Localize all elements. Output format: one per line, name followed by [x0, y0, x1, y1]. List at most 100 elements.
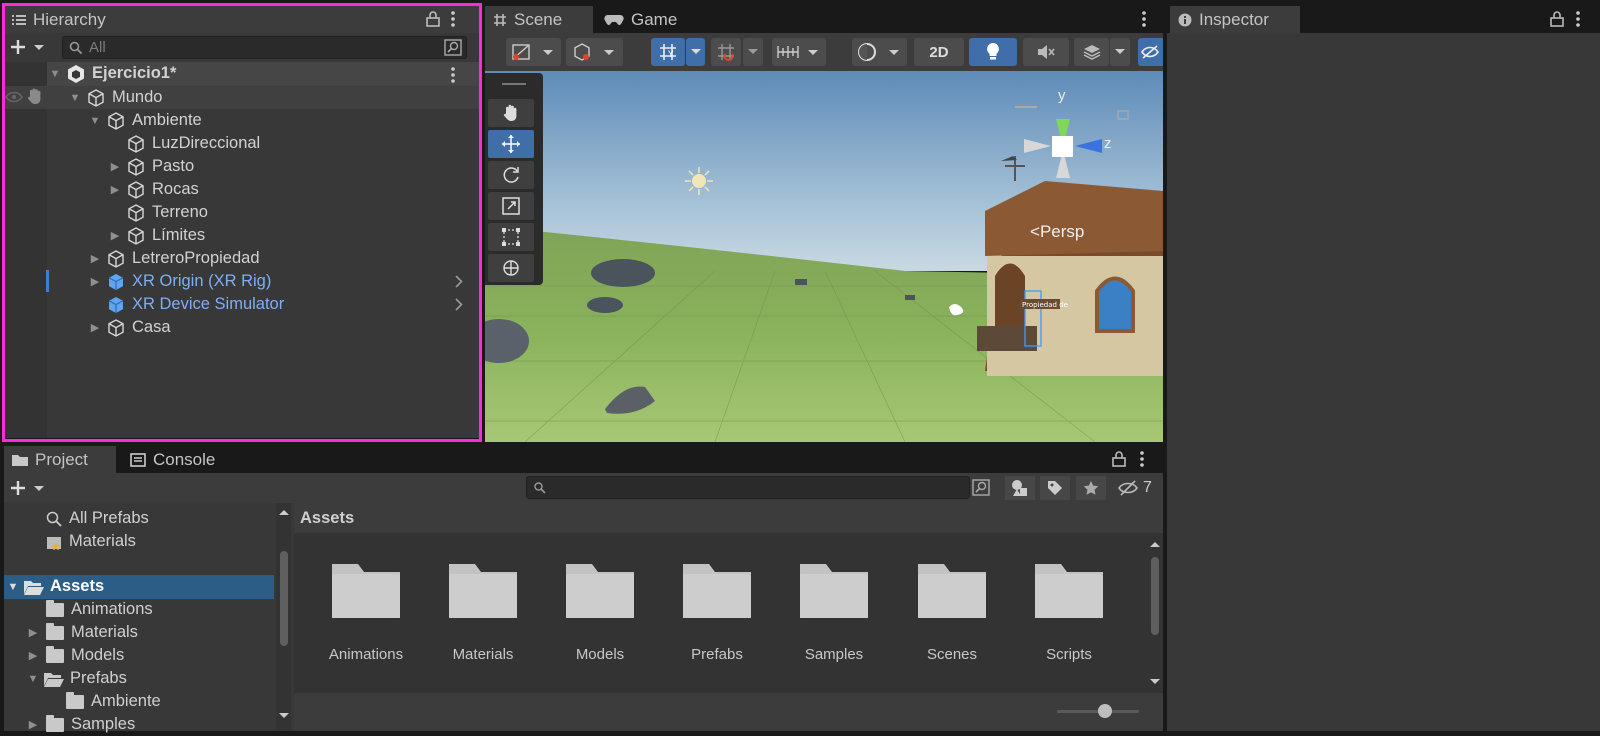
expand-arrow-icon[interactable]: ▼: [48, 68, 62, 80]
rotate-tool-icon[interactable]: [488, 161, 534, 189]
favorite-star-icon[interactable]: [1076, 476, 1106, 500]
project-search-input[interactable]: [526, 476, 970, 499]
increment-snap-icon[interactable]: [711, 38, 741, 66]
tree-item-animations[interactable]: Animations: [46, 598, 153, 621]
collapse-arrow-icon[interactable]: ▶: [108, 183, 122, 196]
tab-console[interactable]: Console: [122, 446, 242, 473]
eye-icon[interactable]: [5, 91, 23, 103]
effects-dropdown[interactable]: [1110, 38, 1130, 66]
project-kebab-icon[interactable]: [1140, 451, 1144, 467]
hierarchy-item-ambiente[interactable]: ▼ Ambiente: [88, 109, 202, 132]
ruler-icon[interactable]: [772, 38, 826, 66]
collapse-arrow-icon[interactable]: ▶: [108, 229, 122, 242]
inspector-kebab-icon[interactable]: [1576, 11, 1580, 27]
tab-scene[interactable]: Scene: [485, 6, 593, 33]
render-mode-dropdown[interactable]: [566, 38, 623, 66]
add-icon[interactable]: [10, 38, 44, 56]
expand-arrow-icon[interactable]: ▼: [68, 92, 82, 104]
tree-item-assets[interactable]: ▼ Assets: [6, 575, 105, 598]
hierarchy-item-luzdireccional[interactable]: LuzDireccional: [108, 132, 260, 155]
orientation-gizmo[interactable]: y z <Persp: [1005, 87, 1155, 241]
scroll-down-icon[interactable]: [279, 713, 289, 719]
folder-prefabs[interactable]: Prefabs: [662, 560, 772, 663]
search-by-type-icon[interactable]: [972, 479, 990, 496]
assets-breadcrumb[interactable]: Assets: [294, 503, 1163, 533]
collapse-arrow-icon[interactable]: ▶: [108, 160, 122, 173]
tree-item-materials[interactable]: ▶ Materials: [26, 621, 138, 644]
tab-inspector[interactable]: Inspector: [1170, 6, 1300, 33]
folder-materials[interactable]: Materials: [428, 560, 538, 663]
hierarchy-item-casa[interactable]: ▶ Casa: [88, 316, 171, 339]
scene-visibility-icon[interactable]: [1138, 38, 1163, 66]
hierarchy-item-terreno[interactable]: Terreno: [108, 201, 208, 224]
toggle-2d-button[interactable]: 2D: [914, 38, 964, 66]
tree-item-models[interactable]: ▶ Models: [26, 644, 124, 667]
expand-arrow-icon[interactable]: ▼: [6, 581, 20, 593]
tree-scrollbar[interactable]: [276, 503, 291, 731]
chevron-right-icon[interactable]: [455, 298, 463, 311]
hierarchy-item-mundo[interactable]: ▼ Mundo: [68, 86, 162, 109]
zoom-slider-thumb[interactable]: [1098, 704, 1112, 718]
tree-item-ambiente[interactable]: Ambiente: [66, 690, 161, 713]
folder-animations[interactable]: Animations: [311, 560, 421, 663]
tree-scroll-thumb[interactable]: [280, 551, 288, 646]
folder-samples[interactable]: Samples: [779, 560, 889, 663]
project-add-icon[interactable]: [10, 479, 44, 497]
grid-scroll-down-icon[interactable]: [1150, 679, 1160, 685]
tree-item-all-prefabs[interactable]: All Prefabs: [46, 507, 149, 530]
tab-hierarchy-active[interactable]: Hierarchy: [4, 6, 134, 33]
hierarchy-item-pasto[interactable]: ▶ Pasto: [108, 155, 194, 178]
hierarchy-item-letreropropiedad[interactable]: ▶ LetreroPropiedad: [88, 247, 260, 270]
grid-plane-dropdown[interactable]: [686, 38, 705, 66]
grid-snap-toggle[interactable]: Y: [651, 38, 685, 66]
hand-tool-icon[interactable]: [488, 99, 534, 127]
transform-tool-icon[interactable]: [488, 254, 534, 282]
collapse-arrow-icon[interactable]: ▶: [26, 649, 40, 662]
scene-header[interactable]: ▼ Ejercicio1*: [48, 62, 176, 85]
expand-arrow-icon[interactable]: ▼: [88, 115, 102, 127]
folder-scenes[interactable]: Scenes: [897, 560, 1007, 663]
scene-menu-icon[interactable]: [451, 67, 455, 83]
pickable-hand-icon[interactable]: [27, 88, 43, 105]
drag-handle[interactable]: [502, 83, 526, 85]
grid-scrollbar[interactable]: [1147, 533, 1163, 693]
draw-mode-dropdown[interactable]: [506, 38, 561, 66]
filter-by-type-icon[interactable]: [1005, 476, 1035, 500]
search-mode-icon[interactable]: [444, 39, 462, 56]
effects-layers-icon[interactable]: [1074, 38, 1109, 66]
inspector-lock-icon[interactable]: [1550, 11, 1564, 27]
hierarchy-item-limites[interactable]: ▶ Límites: [108, 224, 205, 247]
collapse-arrow-icon[interactable]: ▶: [26, 626, 40, 639]
lock-icon[interactable]: [426, 11, 440, 27]
folder-models[interactable]: Models: [545, 560, 655, 663]
shading-dropdown[interactable]: [852, 38, 907, 66]
grid-scroll-up-icon[interactable]: [1150, 541, 1160, 547]
tab-project[interactable]: Project: [4, 446, 116, 473]
chevron-right-icon[interactable]: [455, 275, 463, 288]
expand-arrow-icon[interactable]: ▼: [26, 673, 40, 685]
hierarchy-item-xr-device-simulator[interactable]: XR Device Simulator: [88, 293, 284, 316]
snap-dropdown[interactable]: [743, 38, 763, 66]
hidden-packages-toggle[interactable]: 7: [1111, 476, 1163, 500]
scene-viewport[interactable]: Propiedad de y z <Persp: [485, 71, 1163, 442]
hierarchy-item-xr-origin[interactable]: ▶ XR Origin (XR Rig): [88, 270, 272, 293]
collapse-arrow-icon[interactable]: ▶: [26, 718, 40, 731]
scroll-up-icon[interactable]: [279, 509, 289, 515]
tree-item-materials-fav[interactable]: Materials: [46, 530, 136, 553]
scene-menu-kebab-icon[interactable]: [1142, 11, 1146, 27]
filter-by-label-icon[interactable]: [1040, 476, 1070, 500]
hierarchy-item-rocas[interactable]: ▶ Rocas: [108, 178, 199, 201]
tree-item-samples[interactable]: ▶ Samples: [26, 713, 135, 736]
move-tool-icon[interactable]: [488, 130, 534, 158]
persp-label[interactable]: <Persp: [1030, 222, 1084, 242]
folder-scripts[interactable]: Scripts: [1014, 560, 1124, 663]
tree-item-prefabs[interactable]: ▼ Prefabs: [26, 667, 127, 690]
hierarchy-search-input[interactable]: All: [62, 36, 467, 59]
rect-tool-icon[interactable]: [488, 223, 534, 251]
kebab-menu-icon[interactable]: [451, 11, 455, 27]
scale-tool-icon[interactable]: [488, 192, 534, 220]
collapse-arrow-icon[interactable]: ▶: [88, 321, 102, 334]
grid-scroll-thumb[interactable]: [1151, 557, 1159, 635]
collapse-arrow-icon[interactable]: ▶: [88, 252, 102, 265]
project-lock-icon[interactable]: [1112, 451, 1126, 467]
